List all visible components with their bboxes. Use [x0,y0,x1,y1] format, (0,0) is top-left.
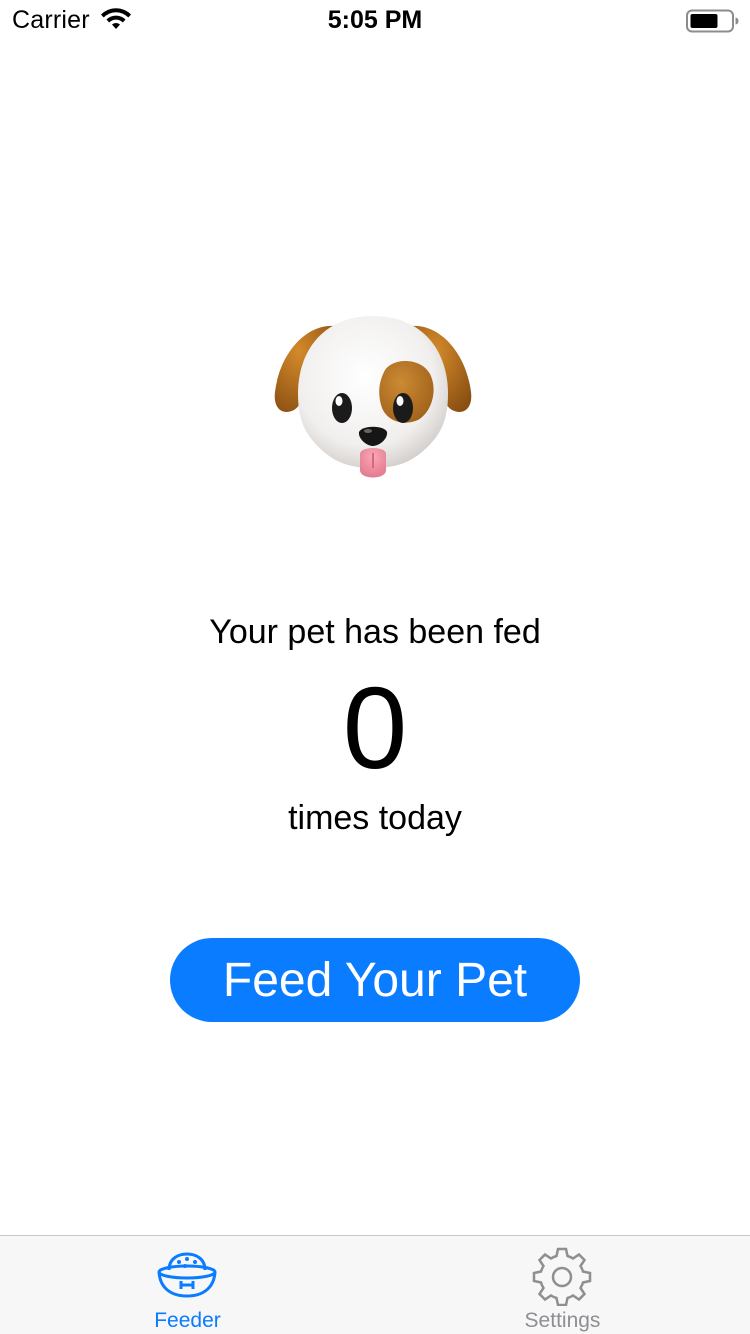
tab-feeder-label: Feeder [154,1309,221,1332]
times-today-label: times today [288,799,462,837]
tab-settings-label: Settings [524,1309,601,1332]
dog-face-emoji [274,316,472,478]
feeder-screen: Carrier 5:05 PM Your pet has been fed 0 … [0,0,750,1334]
gear-icon [532,1247,592,1306]
feed-your-pet-button[interactable]: Feed Your Pet [170,938,580,1022]
tab-feeder[interactable]: Feeder [0,1236,375,1334]
status-bar: Carrier 5:05 PM [0,0,750,40]
battery-icon [686,9,739,33]
status-time: 5:05 PM [327,6,423,34]
tab-settings[interactable]: Settings [375,1236,750,1334]
feed-count: 0 [342,663,408,793]
tab-bar: Feeder Settings [0,1235,750,1334]
pet-bowl-icon [157,1252,217,1298]
fed-label: Your pet has been fed [209,613,541,651]
